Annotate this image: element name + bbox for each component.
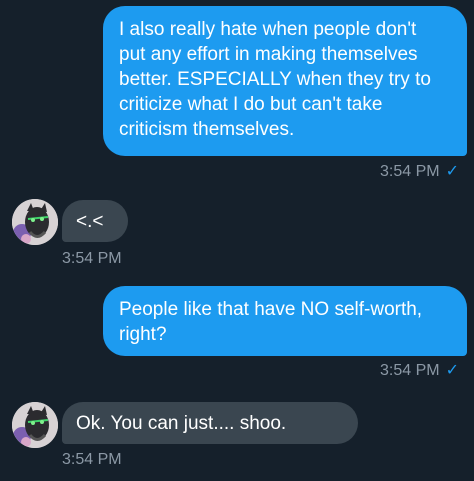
message-timestamp: 3:54 PM <box>62 250 122 267</box>
avatar[interactable] <box>12 402 58 448</box>
sent-message-bubble[interactable]: People like that have NO self-worth, rig… <box>103 286 467 356</box>
message-timestamp: 3:54 PM <box>62 451 122 468</box>
avatar-icon <box>12 402 58 448</box>
message-text: Ok. You can just.... shoo. <box>76 413 287 434</box>
message-text: I also really hate when people don't put… <box>119 19 431 140</box>
message-text: <.< <box>76 211 104 232</box>
checkmark-icon: ✓ <box>445 163 459 180</box>
avatar-icon <box>12 199 58 245</box>
message-timestamp: 3:54 PM <box>380 163 440 180</box>
message-meta: 3:54 PM ✓ <box>380 361 459 381</box>
sent-message-bubble[interactable]: I also really hate when people don't put… <box>103 6 467 156</box>
received-message-bubble[interactable]: <.< <box>62 200 128 242</box>
received-message-bubble[interactable]: Ok. You can just.... shoo. <box>62 402 358 444</box>
avatar[interactable] <box>12 199 58 245</box>
message-timestamp: 3:54 PM <box>380 362 440 379</box>
checkmark-icon: ✓ <box>445 362 459 379</box>
message-meta: 3:54 PM ✓ <box>380 162 459 182</box>
message-text: People like that have NO self-worth, rig… <box>119 299 423 345</box>
